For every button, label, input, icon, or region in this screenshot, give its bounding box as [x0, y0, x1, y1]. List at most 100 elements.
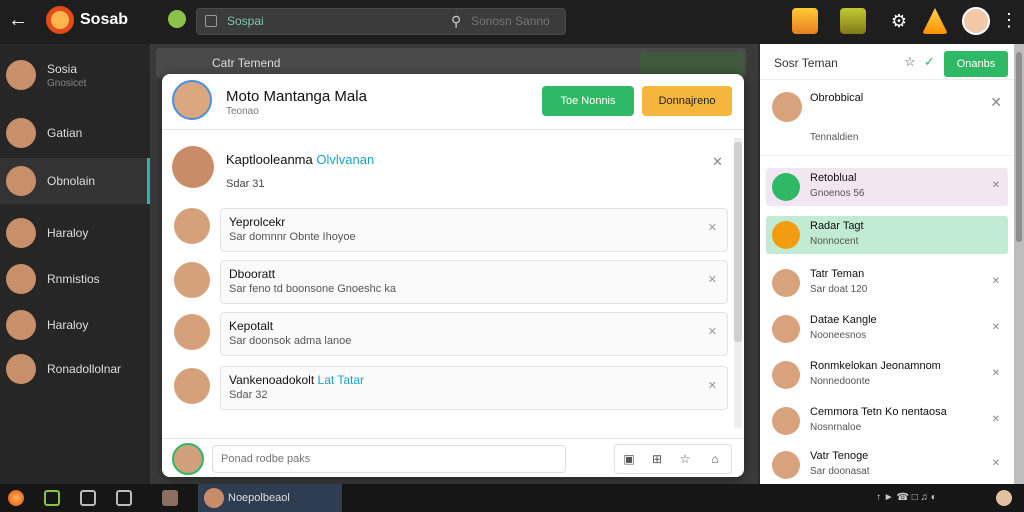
tag-icon: [205, 15, 217, 27]
list-item[interactable]: Tatr Teman Sar doat 120 ✕: [766, 264, 1008, 302]
list-item[interactable]: Kepotalt Sar doonsok adma lanoe ✕: [220, 312, 728, 356]
list-item-name: Tatr Teman: [810, 268, 865, 280]
search-chip[interactable]: Sospai: [227, 14, 264, 28]
close-icon[interactable]: ✕: [992, 180, 1000, 191]
back-arrow-icon[interactable]: ←: [6, 8, 30, 32]
avatar: [172, 443, 204, 475]
sidebar-item-label: Sosia: [47, 62, 78, 76]
files-icon[interactable]: [80, 490, 96, 506]
sidebar-item[interactable]: Haraloy: [0, 210, 150, 256]
avatar: [174, 262, 210, 298]
notifications-icon[interactable]: [792, 8, 818, 34]
avatar: [6, 60, 36, 90]
check-icon[interactable]: ✓: [924, 54, 935, 70]
star-icon[interactable]: ☆: [904, 54, 916, 70]
panel-top-contact[interactable]: Obrobbical Tennaldien ✕: [760, 84, 1014, 156]
featured-contact-label: Kaptlooleanma: [226, 152, 313, 167]
list-item[interactable]: Cemmora Tetn Ko nentaosa Nosnrnaloe ✕: [766, 402, 1008, 440]
sidebar-item[interactable]: Haraloy: [0, 302, 150, 348]
top-app-bar: ← Sosab Sospai ⚲ ⚙ ⋮: [0, 0, 1024, 44]
close-icon[interactable]: ✕: [992, 276, 1000, 287]
alert-icon[interactable]: [922, 8, 948, 34]
modal-scrollbar[interactable]: [734, 138, 742, 428]
active-task[interactable]: Noepolbeaol: [198, 484, 342, 512]
avatar: [772, 221, 800, 249]
list-item[interactable]: Datae Kangle Nooneesnos ✕: [766, 310, 1008, 348]
active-task-label: Noepolbeaol: [228, 492, 290, 504]
sidebar-item-active[interactable]: Obnolain: [0, 158, 150, 204]
sidebar-item-label: Haraloy: [47, 226, 89, 240]
list-item[interactable]: Ronmkelokan Jeonamnom Nonnedoonte ✕: [766, 356, 1008, 394]
close-icon[interactable]: ✕: [708, 325, 717, 338]
sidebar-item[interactable]: Sosia Gnosicet: [0, 52, 150, 98]
sidebar-item-sub: Gnosicet: [47, 78, 87, 89]
list-item[interactable]: Vatr Tenoge Sar doonasat ✕: [766, 446, 1008, 484]
add-icon[interactable]: ⊞: [649, 451, 665, 467]
list-item-name: Vatr Tenoge: [810, 450, 869, 462]
panel-scrollbar[interactable]: [1014, 44, 1024, 484]
scrollbar-thumb[interactable]: [734, 142, 742, 342]
message-input[interactable]: [212, 445, 566, 473]
list-item-sub: Sar doonsok adma lanoe: [229, 335, 352, 347]
panel-action-button[interactable]: Onanbs: [944, 51, 1008, 77]
list-item[interactable]: Retoblual Gnoenos 56 ✕: [766, 168, 1008, 206]
gear-icon[interactable]: ⚙: [886, 8, 912, 34]
avatar[interactable]: [996, 490, 1012, 506]
close-icon[interactable]: ✕: [992, 458, 1000, 469]
sidebar-item[interactable]: Ronadollolnar: [0, 346, 150, 392]
list-item-sub: Sdar 32: [229, 389, 268, 401]
home-icon[interactable]: ⌂: [707, 451, 723, 467]
list-item[interactable]: Dbooratt Sar feno td boonsone Gnoeshc ka…: [220, 260, 728, 304]
list-item-sub: Sar doonasat: [810, 466, 870, 477]
close-icon[interactable]: ✕: [712, 154, 723, 170]
close-icon[interactable]: ✕: [708, 379, 717, 392]
close-icon[interactable]: ✕: [708, 221, 717, 234]
list-item-label: Vankenoadokolt: [229, 373, 315, 387]
search-input[interactable]: [471, 14, 561, 28]
sidebar-item-label: Obnolain: [47, 174, 96, 188]
list-item-sub: Sar feno td boonsone Gnoeshc ka: [229, 283, 396, 295]
user-avatar[interactable]: [962, 7, 990, 35]
start-icon[interactable]: [8, 490, 24, 506]
sidebar-item-label: Ronadollolnar: [47, 362, 122, 376]
panel-header: Sosr Teman ☆ ✓ Onanbs: [760, 44, 1014, 80]
list-item-sub: Nonnocent: [810, 236, 859, 247]
featured-contact-link[interactable]: Olvlvanan: [316, 152, 374, 167]
close-icon[interactable]: ✕: [992, 414, 1000, 425]
close-icon[interactable]: ✕: [990, 94, 1002, 111]
list-item-sub: Sar doat 120: [810, 284, 868, 295]
pinned-app-icon[interactable]: [162, 490, 178, 506]
status-chip-icon[interactable]: [168, 10, 186, 28]
more-menu-icon[interactable]: ⋮: [1000, 10, 1018, 31]
secondary-button[interactable]: Donnajreno: [642, 86, 732, 116]
list-item-name: Vankenoadokolt Lat Tatar: [229, 373, 364, 387]
chat-app-icon[interactable]: [44, 490, 60, 506]
modal-subtitle: Teonao: [226, 106, 259, 117]
search-icon[interactable]: ⚲: [451, 13, 461, 30]
list-item[interactable]: Radar Tagt Nonnocent: [766, 216, 1008, 254]
sidebar-item[interactable]: Gatian: [0, 110, 150, 156]
list-item-sub: Nooneesnos: [810, 330, 867, 341]
keyboard-icon[interactable]: [116, 490, 132, 506]
list-item-link[interactable]: Lat Tatar: [318, 373, 364, 387]
avatar: [6, 218, 36, 248]
close-icon[interactable]: ✕: [708, 273, 717, 286]
chat-header-badge[interactable]: [640, 52, 744, 74]
avatar: [172, 80, 212, 120]
search-bar[interactable]: Sospai ⚲: [196, 8, 566, 35]
list-item-name: Datae Kangle: [810, 314, 877, 326]
list-item-sub: Gnoenos 56: [810, 188, 865, 199]
close-icon[interactable]: ✕: [992, 368, 1000, 379]
star-icon[interactable]: ☆: [677, 451, 693, 467]
scrollbar-thumb[interactable]: [1016, 52, 1022, 242]
close-icon[interactable]: ✕: [992, 322, 1000, 333]
messages-icon[interactable]: [840, 8, 866, 34]
confirm-button[interactable]: Toe Nonnis: [542, 86, 634, 116]
sidebar-item[interactable]: Rnmistios: [0, 256, 150, 302]
avatar: [6, 310, 36, 340]
image-icon[interactable]: ▣: [621, 451, 637, 467]
list-item-name: Yeprolcekr: [229, 215, 286, 229]
list-item[interactable]: Yeprolcekr Sar domnnr Obnte Ihoyoe ✕: [220, 208, 728, 252]
list-item[interactable]: Vankenoadokolt Lat Tatar Sdar 32 ✕: [220, 366, 728, 410]
system-tray[interactable]: ↑ ► ☎ □ ♫ ◐: [876, 492, 937, 503]
